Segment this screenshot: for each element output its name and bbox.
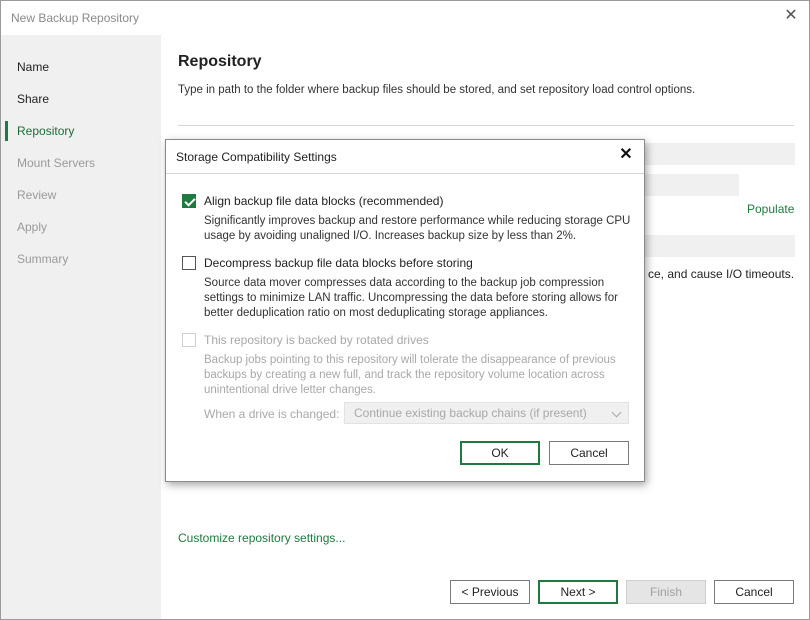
load-control-hint: ce, and cause I/O timeouts. [648, 267, 795, 281]
decompress-blocks-checkbox[interactable] [182, 256, 196, 270]
decompress-blocks-description: Source data mover compresses data accord… [204, 277, 618, 319]
cancel-button[interactable]: Cancel [714, 580, 794, 604]
drive-change-select: Continue existing backup chains (if pres… [344, 402, 629, 424]
ok-button[interactable]: OK [460, 441, 540, 465]
window-title: New Backup Repository [11, 11, 140, 25]
repository-folder-field[interactable] [645, 143, 795, 165]
dialog-title-divider [166, 173, 644, 174]
sidebar-item-review: Review [17, 188, 57, 202]
page-description: Type in path to the folder where backup … [178, 84, 696, 96]
finish-button: Finish [626, 580, 706, 604]
sidebar-item-repository[interactable]: Repository [1, 119, 161, 143]
rotated-drives-checkbox [182, 333, 196, 347]
populate-link[interactable]: Populate [747, 202, 794, 216]
previous-button[interactable]: < Previous [450, 580, 530, 604]
sidebar-item-share[interactable]: Share [1, 87, 161, 111]
dialog-title: Storage Compatibility Settings [176, 150, 337, 164]
next-button[interactable]: Next > [538, 580, 618, 604]
rotated-drives-label: This repository is backed by rotated dri… [204, 333, 429, 347]
title-bar: New Backup Repository ✕ [1, 1, 809, 35]
storage-compatibility-settings-dialog: Storage Compatibility Settings ✕ Align b… [165, 139, 645, 482]
capacity-field[interactable] [645, 174, 739, 196]
sidebar-item-summary: Summary [17, 252, 69, 266]
customize-repository-settings-link[interactable]: Customize repository settings... [178, 531, 345, 545]
load-control-field[interactable] [645, 235, 795, 257]
sidebar-item-name[interactable]: Name [1, 55, 161, 79]
align-blocks-description: Significantly improves backup and restor… [204, 215, 631, 242]
page-title: Repository [178, 53, 262, 70]
align-blocks-checkbox[interactable] [182, 194, 196, 208]
dialog-close-icon[interactable]: ✕ [618, 146, 634, 164]
decompress-blocks-label[interactable]: Decompress backup file data blocks befor… [204, 256, 473, 270]
wizard-steps-sidebar: Name Share Repository Mount Servers Revi… [1, 35, 161, 619]
sidebar-item-mount-servers: Mount Servers [17, 156, 96, 170]
drive-change-value: Continue existing backup chains (if pres… [354, 406, 587, 420]
chevron-down-icon [611, 407, 622, 418]
dialog-cancel-button[interactable]: Cancel [549, 441, 629, 465]
header-divider [178, 125, 794, 126]
rotated-drives-description: Backup jobs pointing to this repository … [204, 354, 616, 396]
close-icon[interactable]: ✕ [783, 7, 799, 25]
sidebar-item-apply: Apply [17, 220, 48, 234]
drive-change-label: When a drive is changed: [204, 407, 340, 421]
align-blocks-label[interactable]: Align backup file data blocks (recommend… [204, 194, 443, 208]
